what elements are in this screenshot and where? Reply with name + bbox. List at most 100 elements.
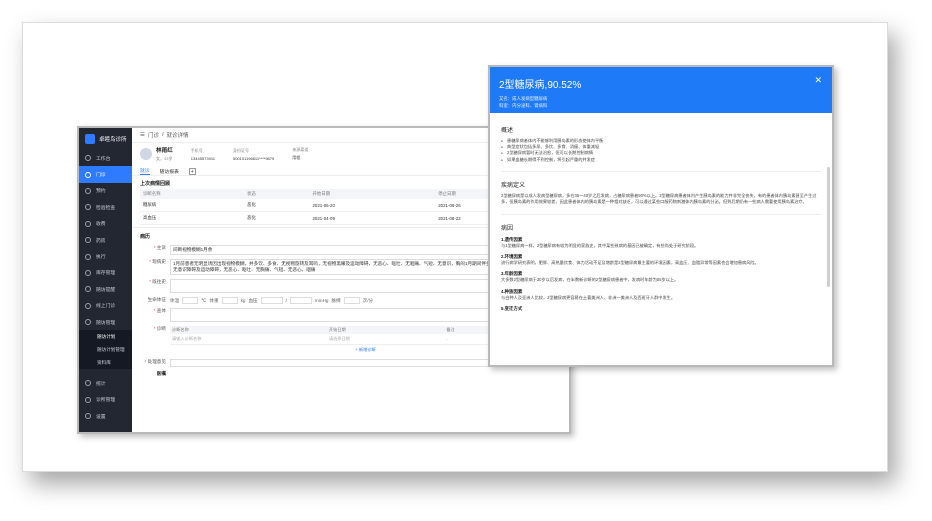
weight-input[interactable]: [221, 297, 238, 304]
cause-text: 大多数2型糖尿病于30岁以后发病，在半数新诊断的2型糖尿病患者中，发病时年龄为5…: [501, 277, 679, 283]
billing-icon: [85, 220, 91, 227]
patient-meta: 女，43岁: [156, 156, 173, 161]
table-header: 开始日期: [309, 189, 436, 199]
dx-date-input[interactable]: 请选择日期: [326, 334, 445, 345]
sidebar-item-label: 预约: [96, 189, 106, 195]
drawer-dept: 科室：内分泌科、肾病科: [499, 103, 548, 108]
table-cell: 2021-06-20: [309, 199, 436, 212]
cause-text: 与1型糖尿病一样，2型糖尿病有较为明显的家族史，其中某些致病的基因已被确定，有些…: [501, 242, 699, 248]
disease-drawer-screenshot: 2型糖尿病,90.52% 又名：成人发病型糖尿病 科室：内分泌科、肾病科 ✕ 概…: [488, 65, 834, 367]
stats-icon: [85, 380, 91, 387]
sidebar: 卓睦鸟诊所 工作台 门诊 预约 检验检查 收费 药房 执行 库存管理 随访提醒 …: [79, 128, 132, 432]
pulse-unit: 次/分: [362, 297, 374, 303]
breadcrumb-separator: /: [161, 132, 164, 138]
pulse-input[interactable]: [343, 297, 360, 304]
breadcrumb-root[interactable]: 门诊: [148, 131, 159, 139]
bp-separator: /: [285, 298, 287, 303]
drawer-alias: 又名：成人发病型糖尿病: [499, 96, 548, 101]
bp-systolic-input[interactable]: [260, 297, 283, 304]
temp-label: 体温: [170, 297, 180, 303]
sidebar-item-label: 诊所管理: [96, 398, 116, 404]
sidebar-subitem-plan-manage[interactable]: 随访计划管理: [79, 343, 132, 357]
sidebar-item-label: 线上门诊: [96, 304, 116, 310]
sidebar-item-execute[interactable]: 执行: [79, 248, 132, 264]
drawer-title: 2型糖尿病,90.52%: [499, 80, 582, 91]
sidebar-item-pharmacy[interactable]: 药房: [79, 232, 132, 248]
dx-name-input[interactable]: 请输入诊断名称: [170, 334, 327, 345]
sidebar-subitem-plan[interactable]: 随访计划: [79, 330, 132, 344]
bp-label: 血压: [248, 297, 258, 303]
plan-label: 处理意见: [147, 359, 166, 364]
sidebar-item-label: 检验检查: [96, 205, 116, 211]
sidebar-item-label: 库存管理: [96, 271, 116, 277]
scrollbar[interactable]: [827, 167, 830, 287]
sidebar-item-settings[interactable]: 设置: [79, 408, 132, 424]
pulse-label: 脉搏: [331, 297, 341, 303]
temp-unit: ℃: [201, 297, 207, 303]
id-label: 身份证号: [232, 147, 249, 153]
sidebar-subitem-library[interactable]: 资料库: [79, 356, 132, 370]
add-tab-icon[interactable]: +: [188, 168, 196, 175]
vitals-label: 生命体征: [147, 297, 166, 302]
exam-label: 查体: [156, 308, 166, 313]
bp-diastolic-input[interactable]: [289, 297, 312, 304]
definition-title: 疾病定义: [501, 182, 526, 189]
patient-name: 林雨红: [156, 148, 173, 154]
table-header: 状态: [244, 189, 310, 199]
sidebar-item-online[interactable]: 线上门诊: [79, 298, 132, 314]
cause-subtitle: 5.变迁方式: [501, 306, 523, 312]
close-icon[interactable]: ✕: [814, 75, 822, 86]
sidebar-item-label: 随访管理: [96, 320, 116, 326]
orders-label: 医嘱: [156, 371, 166, 376]
outpatient-icon: [85, 171, 91, 178]
sidebar-item-billing[interactable]: 收费: [79, 216, 132, 232]
weight-unit: kg: [240, 298, 246, 303]
sidebar-item-followup[interactable]: 随访管理: [79, 314, 132, 330]
bp-unit: mmHg: [314, 298, 329, 303]
sidebar-item-followup-reminder[interactable]: 随访提醒: [79, 281, 132, 297]
chief-label: 主诉: [156, 245, 166, 250]
cause-text: 与白种人及亚洲人比较，2型糖尿病更容易在土著美洲人、非洲一美洲人及西班牙人群中发…: [501, 294, 676, 300]
tab-visit[interactable]: 就诊: [140, 167, 150, 175]
sidebar-item-dashboard[interactable]: 工作台: [79, 150, 132, 166]
sidebar-item-label: 门诊: [96, 173, 106, 179]
table-cell: 高血压: [140, 211, 245, 225]
dx-label: 诊断: [156, 326, 166, 331]
table-header: 开始日期: [326, 326, 445, 334]
cause-title: 病因: [501, 225, 514, 232]
app-logo: 卓睦鸟诊所: [79, 128, 132, 150]
definition-text: 2型糖尿病是以成人发病型糖尿病，多在35～40岁之后发病，占糖尿病患者90%以上…: [501, 192, 817, 205]
sidebar-item-lab[interactable]: 检验检查: [79, 199, 132, 215]
online-icon: [85, 302, 91, 309]
table-cell: 2021-04-09: [309, 211, 436, 225]
divider: [501, 170, 821, 172]
temp-input[interactable]: [182, 297, 199, 304]
phone-label: 手机号: [190, 147, 203, 153]
orders-row: 医嘱: [132, 369, 569, 379]
menu-toggle-icon[interactable]: ☰: [140, 132, 145, 138]
sidebar-item-clinic[interactable]: 诊所管理: [79, 392, 132, 408]
sidebar-item-appointment[interactable]: 预约: [79, 183, 132, 199]
clinic-icon: [85, 396, 91, 403]
present-label: 现病史: [152, 259, 166, 264]
overview-title: 概述: [501, 128, 514, 134]
patient-id: 500101196611****9879: [232, 155, 275, 161]
sidebar-item-label: 执行: [96, 255, 106, 261]
sidebar-item-label: 设置: [96, 414, 106, 420]
sidebar-item-label: 工作台: [96, 156, 111, 162]
cause-text: 流行病学研究表明，肥胖、高热量饮食、体力活动不足及增龄是2型糖尿病最主要的环境因…: [501, 260, 759, 266]
sidebar-item-outpatient[interactable]: 门诊: [79, 166, 132, 183]
source-label: 来源渠道: [292, 147, 309, 152]
weight-label: 体重: [209, 297, 219, 303]
tab-followup-report[interactable]: 随访报表: [160, 168, 179, 175]
sidebar-item-inventory[interactable]: 库存管理: [79, 265, 132, 281]
bell-icon: [85, 286, 91, 293]
sidebar-item-label: 统计: [96, 381, 106, 387]
sidebar-item-label: 随访提醒: [96, 287, 116, 293]
breadcrumb-current: 就诊详情: [166, 133, 189, 139]
sidebar-item-stats[interactable]: 统计: [79, 375, 132, 391]
table-header: 诊断名称: [140, 189, 245, 199]
execute-icon: [85, 253, 91, 260]
past-label: 既往史: [152, 279, 166, 284]
sidebar-item-label: 收费: [96, 222, 106, 228]
